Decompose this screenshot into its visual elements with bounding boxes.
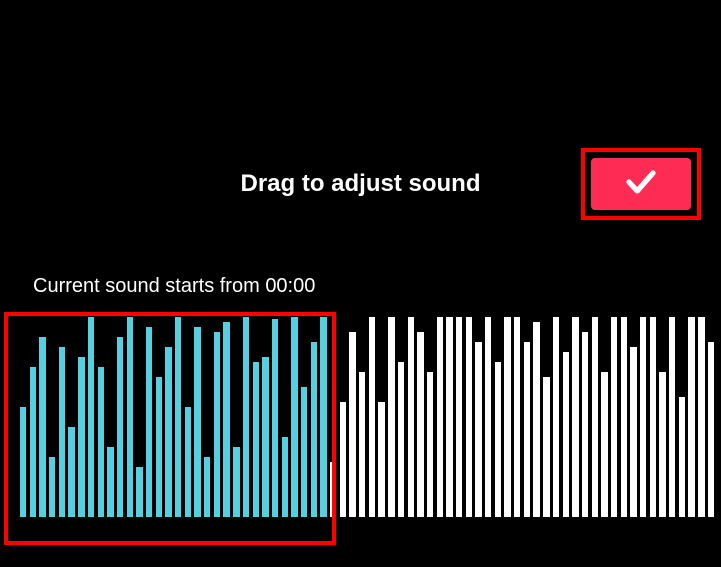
waveform-bar [204, 457, 210, 517]
waveform-bar [301, 387, 307, 517]
waveform-bar [669, 317, 675, 517]
waveform-bar [78, 357, 84, 517]
waveform-bar [408, 317, 414, 517]
waveform-bar [495, 362, 501, 517]
waveform-bar [446, 317, 452, 517]
waveform-bar [146, 327, 152, 517]
waveform-bar [688, 317, 694, 517]
waveform-bar [243, 317, 249, 517]
status-prefix: Current sound starts from [33, 275, 265, 297]
waveform-bar [601, 372, 607, 517]
waveform-bar [98, 367, 104, 517]
instruction-title: Drag to adjust sound [241, 170, 481, 198]
waveform-bar [175, 317, 181, 517]
waveform-bar [640, 317, 646, 517]
waveform-bar [621, 317, 627, 517]
waveform-bar [311, 342, 317, 517]
waveform-bar [485, 317, 491, 517]
waveform-bar [282, 437, 288, 517]
waveform-bar [262, 357, 268, 517]
waveform-bar [611, 317, 617, 517]
waveform-bar [475, 342, 481, 517]
waveform-bar [233, 447, 239, 517]
sound-start-status: Current sound starts from 00:00 [33, 275, 315, 298]
waveform-bar [417, 332, 423, 517]
waveform-bar [466, 317, 472, 517]
waveform-bar [136, 467, 142, 517]
waveform-bar [630, 347, 636, 517]
waveform-bar [514, 317, 520, 517]
waveform-bar [398, 362, 404, 517]
waveform-bar [359, 372, 365, 517]
waveform-bar [127, 317, 133, 517]
check-icon [623, 164, 659, 205]
waveform-bar [68, 427, 74, 517]
waveform-bar [650, 317, 656, 517]
waveform-bar [88, 317, 94, 517]
waveform-bar [582, 332, 588, 517]
waveform-bar [223, 322, 229, 517]
waveform-bar [20, 407, 26, 517]
confirm-button[interactable] [591, 158, 691, 210]
waveform-bar [107, 447, 113, 517]
waveform-bar [369, 317, 375, 517]
waveform-bar [659, 372, 665, 517]
waveform-track[interactable] [20, 317, 721, 517]
waveform-bar [378, 402, 384, 517]
waveform-bar [388, 317, 394, 517]
waveform-bar [185, 407, 191, 517]
waveform-bar [330, 462, 336, 517]
waveform-bar [49, 457, 55, 517]
waveform-bar [39, 337, 45, 517]
waveform-bar [563, 352, 569, 517]
waveform-bar [437, 317, 443, 517]
waveform-bar [553, 317, 559, 517]
waveform-bar [698, 317, 704, 517]
waveform-bar [214, 332, 220, 517]
waveform-bar [456, 317, 462, 517]
confirm-button-highlight [581, 148, 701, 220]
waveform-bar [543, 377, 549, 517]
waveform-bar [524, 342, 530, 517]
waveform-bar [272, 319, 278, 517]
waveform-bar [708, 342, 714, 517]
waveform-bar [572, 317, 578, 517]
waveform-bar [679, 397, 685, 517]
waveform-bar [592, 317, 598, 517]
waveform-bar [156, 377, 162, 517]
waveform-bar [194, 327, 200, 517]
status-time: 00:00 [265, 275, 315, 297]
waveform-bar [427, 372, 433, 517]
waveform-bar [291, 317, 297, 517]
waveform-bar [504, 317, 510, 517]
waveform-bar [320, 317, 326, 517]
waveform-bar [533, 322, 539, 517]
waveform-bar [340, 402, 346, 517]
waveform-bar [59, 347, 65, 517]
waveform-bar [349, 332, 355, 517]
waveform-bar [165, 347, 171, 517]
waveform-bar [30, 367, 36, 517]
waveform-bar [253, 362, 259, 517]
waveform-bar [117, 337, 123, 517]
